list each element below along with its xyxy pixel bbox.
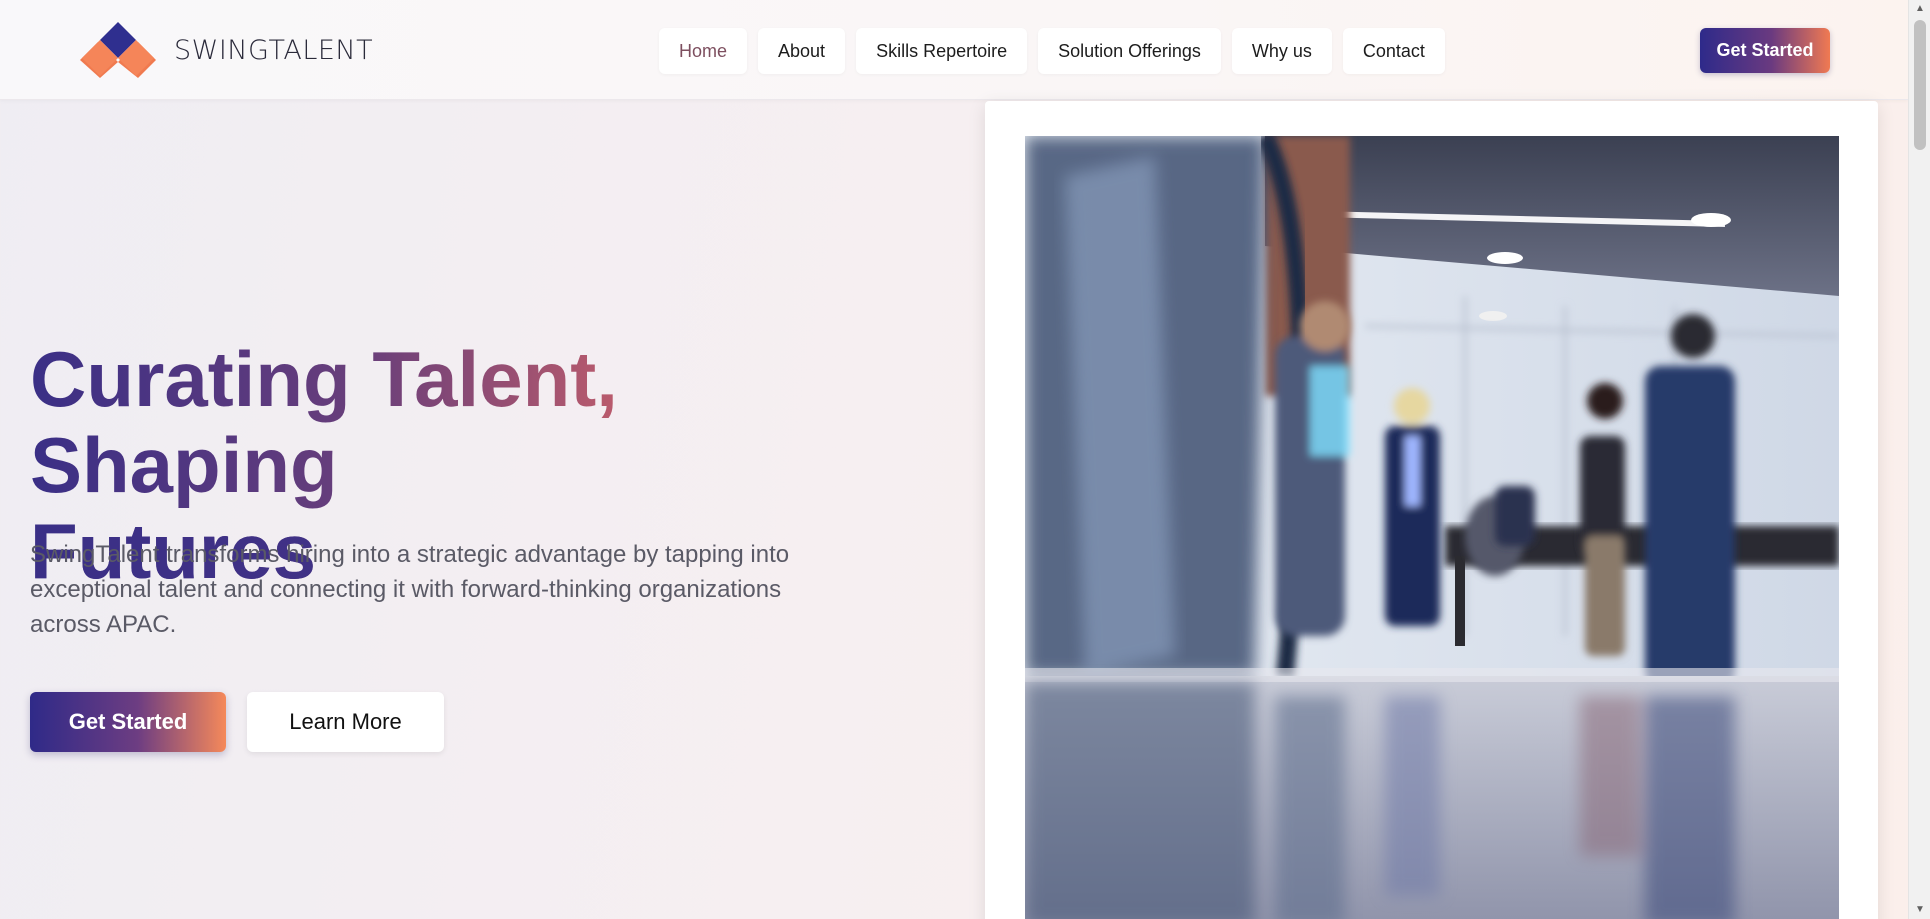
header-get-started-button[interactable]: Get Started bbox=[1700, 28, 1830, 73]
site-header: SWINGTALENT Home About Skills Repertoire… bbox=[0, 0, 1908, 100]
diamond-logo-icon bbox=[80, 22, 156, 78]
hero-learn-more-button[interactable]: Learn More bbox=[247, 692, 444, 752]
nav-item-contact[interactable]: Contact bbox=[1342, 28, 1445, 74]
hero-office-photo bbox=[1025, 136, 1839, 919]
page-scrollbar[interactable]: ▲ ▼ bbox=[1908, 0, 1930, 919]
hero-image-card bbox=[985, 101, 1878, 919]
brand-logo-text: SWINGTALENT bbox=[174, 34, 374, 66]
nav-item-about[interactable]: About bbox=[758, 28, 846, 74]
main-nav: Home About Skills Repertoire Solution Of… bbox=[659, 28, 1445, 74]
hero-get-started-button[interactable]: Get Started bbox=[30, 692, 226, 752]
hero-description: SwingTalent transforms hiring into a str… bbox=[30, 541, 790, 638]
nav-item-why-us[interactable]: Why us bbox=[1231, 28, 1332, 74]
hero-title-line1: Curating Talent, Shaping bbox=[30, 335, 618, 509]
scroll-down-arrow-icon[interactable]: ▼ bbox=[1909, 901, 1930, 919]
nav-item-solution-offerings[interactable]: Solution Offerings bbox=[1038, 28, 1221, 74]
nav-item-skills-repertoire[interactable]: Skills Repertoire bbox=[856, 28, 1028, 74]
nav-item-home[interactable]: Home bbox=[659, 28, 748, 74]
brand-logo[interactable]: SWINGTALENT bbox=[80, 20, 373, 80]
scroll-up-arrow-icon[interactable]: ▲ bbox=[1909, 0, 1930, 18]
scrollbar-thumb[interactable] bbox=[1914, 20, 1926, 150]
